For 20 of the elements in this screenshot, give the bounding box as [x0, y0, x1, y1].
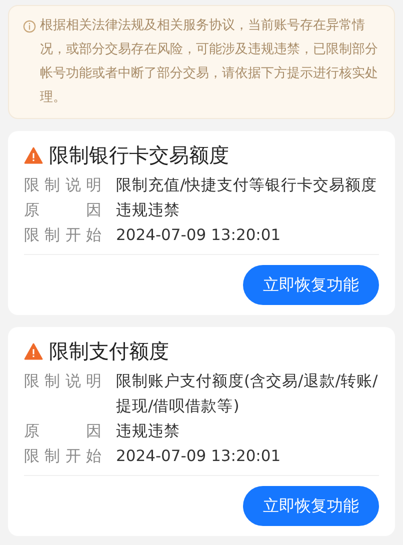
field-label: 原因: [24, 200, 102, 221]
card-title: 限制支付额度: [49, 338, 169, 365]
field-value: 违规违禁: [116, 421, 181, 442]
field-value: 违规违禁: [116, 200, 181, 221]
field-label: 限制说明: [24, 175, 102, 196]
notice-text: 根据相关法律法规及相关服务协议，当前账号存在异常情况，或部分交易存在风险，可能涉及违规违禁，已限制部分帐号功能或者中断了部分交易，请依据下方提示进行核实处理。: [40, 17, 379, 107]
restore-button[interactable]: 立即恢复功能: [243, 265, 379, 305]
field-value: 2024-07-09 13:20:01: [116, 225, 282, 246]
field-label: 限制说明: [24, 371, 102, 392]
field-value: 2024-07-09 13:20:01: [116, 446, 282, 467]
restore-button[interactable]: 立即恢复功能: [243, 486, 379, 526]
field-value: 限制充值/快捷支付等银行卡交易额度: [116, 175, 378, 196]
field-label: 原因: [24, 421, 102, 442]
field-value: 限制账户支付额度(含交易/退款/转账/提现/借呗借款等): [116, 371, 379, 417]
warning-icon: [24, 342, 43, 360]
field-label: 限制开始: [24, 225, 102, 246]
info-icon: [23, 20, 36, 33]
card-title: 限制银行卡交易额度: [49, 142, 229, 169]
warning-icon: [24, 146, 43, 164]
field-label: 限制开始: [24, 446, 102, 467]
